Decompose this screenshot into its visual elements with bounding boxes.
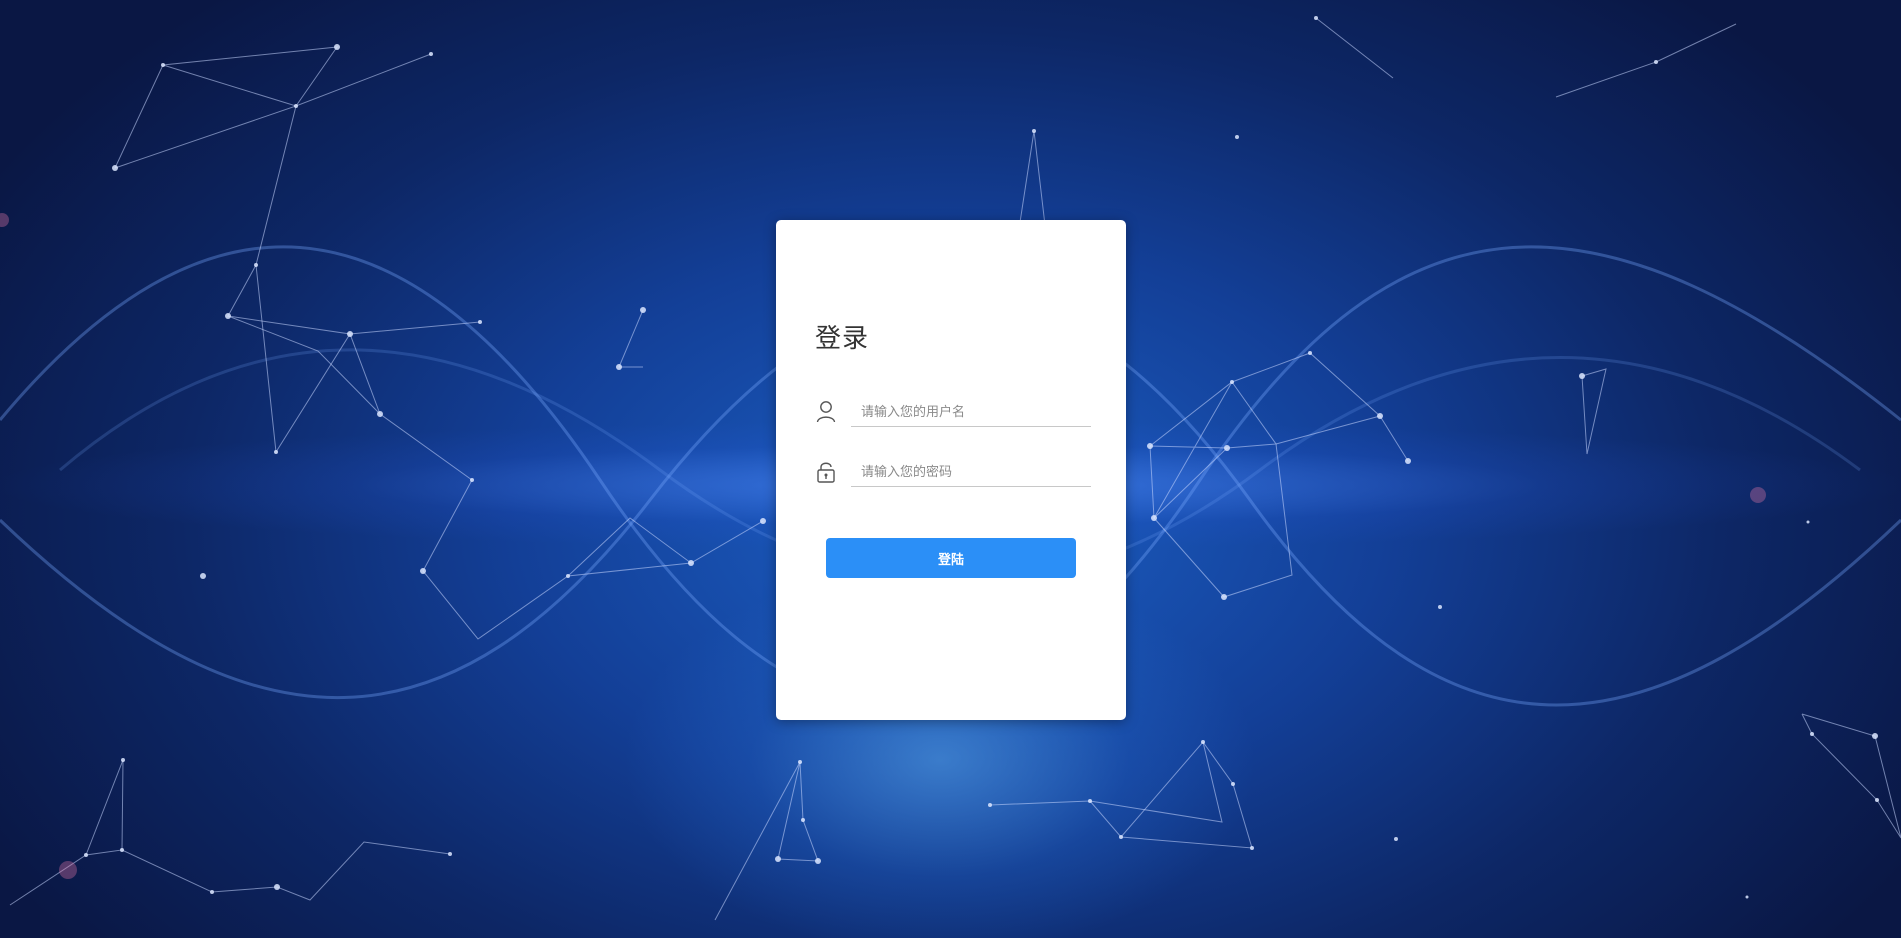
password-field-row xyxy=(815,458,1095,488)
login-card: 登录 登陆 xyxy=(776,220,1126,720)
lock-icon xyxy=(815,460,837,484)
username-input[interactable] xyxy=(851,398,1091,427)
login-button[interactable]: 登陆 xyxy=(826,538,1076,578)
username-field-row xyxy=(815,398,1095,428)
password-input[interactable] xyxy=(851,458,1091,487)
page-title: 登录 xyxy=(815,324,870,354)
user-icon xyxy=(815,400,837,424)
